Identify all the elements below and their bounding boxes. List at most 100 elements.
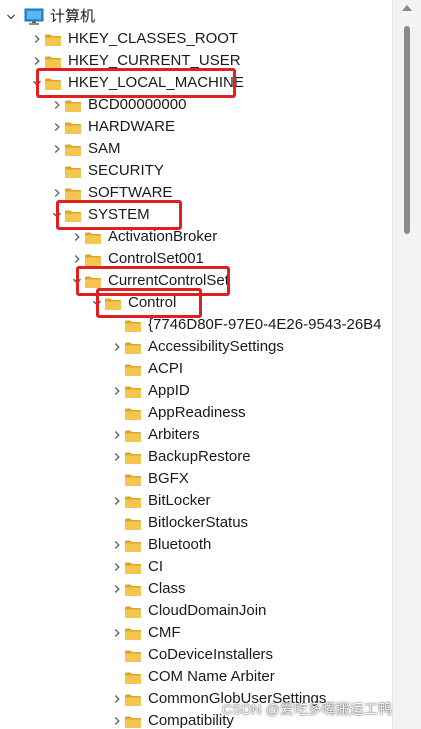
tree-item-label: AccessibilitySettings [148, 338, 284, 355]
tree-item[interactable]: Arbiters [0, 424, 392, 446]
folder-icon [124, 450, 142, 464]
tree-item-label: AppReadiness [148, 404, 246, 421]
chevron-right-icon[interactable] [110, 336, 124, 358]
folder-icon [64, 208, 82, 222]
chevron-right-icon[interactable] [110, 534, 124, 556]
watermark: CSDN @爱吃多嘴搬运工鸭 [222, 701, 392, 717]
chevron-right-icon[interactable] [70, 226, 84, 248]
tree-item[interactable]: SYSTEM [0, 204, 392, 226]
computer-icon [24, 8, 44, 26]
tree-item-label: ACPI [148, 360, 184, 377]
tree-item[interactable]: BitLocker [0, 490, 392, 512]
tree-item-label: HKEY_LOCAL_MACHINE [68, 74, 244, 91]
chevron-right-icon[interactable] [110, 710, 124, 729]
tree-item[interactable]: SOFTWARE [0, 182, 392, 204]
tree-item[interactable]: CloudDomainJoin [0, 600, 392, 622]
folder-icon [124, 714, 142, 728]
chevron-down-icon[interactable] [50, 204, 64, 226]
chevron-right-icon[interactable] [110, 688, 124, 710]
tree-item[interactable]: Bluetooth [0, 534, 392, 556]
chevron-right-icon[interactable] [70, 248, 84, 270]
tree-item[interactable]: ActivationBroker [0, 226, 392, 248]
tree-item[interactable]: BackupRestore [0, 446, 392, 468]
folder-icon [124, 648, 142, 662]
tree-item[interactable]: ControlSet001 [0, 248, 392, 270]
folder-icon [124, 494, 142, 508]
tree-item-label: SAM [88, 140, 121, 157]
folder-icon [124, 626, 142, 640]
tree-item[interactable]: COM Name Arbiter [0, 666, 392, 688]
folder-icon [124, 406, 142, 420]
chevron-right-icon[interactable] [50, 116, 64, 138]
chevron-right-icon[interactable] [50, 182, 64, 204]
chevron-right-icon[interactable] [110, 380, 124, 402]
tree-item-label: Control [128, 294, 177, 311]
chevron-right-icon[interactable] [110, 578, 124, 600]
tree-item[interactable]: HKEY_CURRENT_USER [0, 50, 392, 72]
tree-item[interactable]: CI [0, 556, 392, 578]
chevron-right-icon[interactable] [110, 490, 124, 512]
tree-item[interactable]: HKEY_LOCAL_MACHINE [0, 72, 392, 94]
tree-item-label: HKEY_CURRENT_USER [68, 52, 241, 69]
tree-item[interactable]: HKEY_CLASSES_ROOT [0, 28, 392, 50]
tree-item[interactable]: HARDWARE [0, 116, 392, 138]
folder-icon [124, 560, 142, 574]
folder-icon [124, 670, 142, 684]
tree-item-label: COM Name Arbiter [148, 668, 275, 685]
vertical-scrollbar[interactable] [392, 0, 421, 729]
tree-item-label: SYSTEM [88, 206, 150, 223]
chevron-down-icon[interactable] [4, 6, 18, 28]
folder-icon [124, 604, 142, 618]
tree-item[interactable]: CoDeviceInstallers [0, 644, 392, 666]
chevron-right-icon[interactable] [30, 50, 44, 72]
tree-item[interactable]: BGFX [0, 468, 392, 490]
tree-item[interactable]: Control [0, 292, 392, 314]
chevron-right-icon[interactable] [30, 28, 44, 50]
tree-item[interactable]: BitlockerStatus [0, 512, 392, 534]
tree-item[interactable]: CMF [0, 622, 392, 644]
registry-tree: 计算机 HKEY_CLASSES_ROOT HKEY_CURRENT_USER HK… [0, 0, 392, 729]
tree-item-label: BitLocker [148, 492, 211, 509]
tree-item[interactable]: SAM [0, 138, 392, 160]
folder-icon [44, 54, 62, 68]
tree-item[interactable]: BCD00000000 [0, 94, 392, 116]
tree-item[interactable]: Class [0, 578, 392, 600]
chevron-down-icon[interactable] [70, 270, 84, 292]
tree-item-label: BitlockerStatus [148, 514, 249, 531]
tree-root-computer[interactable]: 计算机 [0, 6, 392, 28]
tree-item-label: SECURITY [88, 162, 164, 179]
tree-item[interactable]: AppID [0, 380, 392, 402]
folder-icon [124, 538, 142, 552]
chevron-right-icon[interactable] [110, 622, 124, 644]
tree-item[interactable]: ACPI [0, 358, 392, 380]
chevron-right-icon[interactable] [50, 138, 64, 160]
chevron-right-icon[interactable] [50, 94, 64, 116]
tree-item-label: SOFTWARE [88, 184, 173, 201]
folder-icon [44, 32, 62, 46]
tree-item[interactable]: {7746D80F-97E0-4E26-9543-26B4 [0, 314, 392, 336]
scrollbar-thumb[interactable] [404, 26, 410, 234]
chevron-down-icon[interactable] [90, 292, 104, 314]
folder-icon [124, 582, 142, 596]
tree-item[interactable]: CurrentControlSet [0, 270, 392, 292]
tree-item-label: HKEY_CLASSES_ROOT [68, 30, 239, 47]
scroll-up-arrow-icon[interactable] [402, 5, 412, 11]
chevron-right-icon[interactable] [110, 424, 124, 446]
tree-item[interactable]: AppReadiness [0, 402, 392, 424]
chevron-right-icon[interactable] [110, 446, 124, 468]
tree-item-label: BGFX [148, 470, 189, 487]
folder-icon [44, 76, 62, 90]
folder-icon [64, 98, 82, 112]
folder-icon [64, 142, 82, 156]
chevron-down-icon[interactable] [30, 72, 44, 94]
folder-icon [84, 252, 102, 266]
tree-item-label: CloudDomainJoin [148, 602, 267, 619]
tree-item-label: CI [148, 558, 163, 575]
folder-icon [124, 340, 142, 354]
tree-item[interactable]: AccessibilitySettings [0, 336, 392, 358]
tree-item-label: ActivationBroker [108, 228, 218, 245]
tree-item-label: CMF [148, 624, 181, 641]
tree-item[interactable]: SECURITY [0, 160, 392, 182]
chevron-right-icon[interactable] [110, 556, 124, 578]
folder-icon [84, 274, 102, 288]
